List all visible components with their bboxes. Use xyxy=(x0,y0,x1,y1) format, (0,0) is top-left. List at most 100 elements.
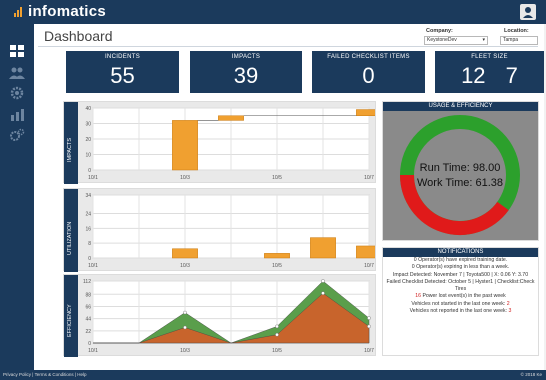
y-tick-label: 34 xyxy=(85,193,91,199)
top-bar: infomatics xyxy=(0,0,546,24)
main-content: Dashboard Company: KeystoneDev ▾ Locatio… xyxy=(34,24,544,370)
utilization-chart: 0 8 16 24 34 10/1 10/3 10/5 10/7 xyxy=(85,193,375,269)
bar xyxy=(310,237,336,259)
notification-item[interactable]: Impact Detected: November 7 | Toyota500 … xyxy=(383,272,538,279)
notifications-panel: NOTIFICATIONS 0 Operator(s) have expired… xyxy=(382,247,539,356)
reports-icon xyxy=(11,109,24,121)
x-tick-label: 10/5 xyxy=(272,348,282,354)
sidebar-item-reports[interactable] xyxy=(9,108,25,122)
bar xyxy=(356,245,375,259)
notifications-header: NOTIFICATIONS xyxy=(383,248,538,257)
y-tick-label: 66 xyxy=(85,304,91,310)
settings-icon xyxy=(10,86,24,100)
y-tick-label: 20 xyxy=(85,137,91,143)
y-tick-label: 16 xyxy=(85,226,91,232)
notification-text: Vehicles not reported in the last one we… xyxy=(409,308,509,315)
user-menu-button[interactable] xyxy=(520,4,536,20)
x-tick-label: 10/1 xyxy=(88,348,98,354)
data-point xyxy=(367,324,371,329)
x-tick-label: 10/7 xyxy=(364,263,374,269)
run-time-text: Run Time: 98.00 xyxy=(420,162,501,174)
x-tick-label: 10/3 xyxy=(180,175,190,181)
data-point xyxy=(321,291,325,295)
data-point xyxy=(183,325,187,330)
kpi-fleet-size[interactable]: FLEET SIZE 12 7 xyxy=(435,51,544,93)
impacts-axis-label: IMPACTS xyxy=(67,137,73,162)
dashboard-icon xyxy=(10,45,24,57)
footer-links[interactable]: Privacy Policy | Terms & Conditions | He… xyxy=(3,370,87,380)
notification-text: Power lost event(s) in the past week xyxy=(421,293,506,300)
kpi-label: FLEET SIZE xyxy=(471,54,508,60)
kpi-value: 55 xyxy=(110,63,135,88)
sidebar xyxy=(0,24,34,370)
notification-item[interactable]: Failed Checklist Detected: October 5 | H… xyxy=(383,279,538,294)
utilization-axis-label-bar: UTILIZATION xyxy=(64,189,78,272)
utilization-axis-label: UTILIZATION xyxy=(67,221,73,255)
kpi-value: 39 xyxy=(233,63,259,88)
y-tick-label: 112 xyxy=(83,279,91,285)
kpi-impacts[interactable]: IMPACTS 39 xyxy=(190,51,302,93)
notification-item[interactable]: 0 Operator(s) expiring in less than a we… xyxy=(383,264,538,271)
company-label: Company: xyxy=(426,28,453,34)
footer-copyright: © 2018 Ke xyxy=(520,372,542,377)
usage-donut: Run Time: 98.00 Work Time: 61.38 xyxy=(400,115,520,235)
x-tick-label: 10/1 xyxy=(88,175,98,181)
efficiency-axis-label: EFFICIENCY xyxy=(67,304,73,337)
x-tick-label: 10/3 xyxy=(180,348,190,354)
kpi-failed-checklist[interactable]: FAILED CHECKLIST ITEMS 0 xyxy=(312,51,425,93)
logo-text: infomatics xyxy=(28,3,107,20)
bar xyxy=(356,109,375,116)
kpi-value: 0 xyxy=(362,63,375,88)
kpi-label: INCIDENTS xyxy=(104,54,141,60)
kpi-incidents[interactable]: INCIDENTS 55 xyxy=(66,51,179,93)
gears-icon xyxy=(10,128,25,141)
x-tick-label: 10/5 xyxy=(272,175,282,181)
company-select-value: KeystoneDev xyxy=(427,37,457,43)
data-point xyxy=(275,332,279,337)
notification-item[interactable]: Vehicles not reported in the last one we… xyxy=(383,308,538,315)
kpi-value-secondary: 7 xyxy=(505,63,518,88)
utilization-chart-panel: UTILIZATION 0 8 16 24 34 10/1 10/3 10/5 10/7 xyxy=(63,188,376,272)
app-logo[interactable]: infomatics xyxy=(14,3,106,20)
company-select[interactable]: KeystoneDev ▾ xyxy=(424,36,488,45)
y-tick-label: 24 xyxy=(85,212,91,218)
location-label: Location: xyxy=(504,28,529,34)
notification-count: 2 xyxy=(506,300,510,307)
y-tick-label: 0 xyxy=(88,341,91,347)
kpi-value-primary: 12 xyxy=(461,63,486,88)
sidebar-item-users[interactable] xyxy=(9,66,25,80)
location-select[interactable]: Tampa xyxy=(500,36,538,45)
sidebar-item-configuration[interactable] xyxy=(9,128,25,142)
y-tick-label: 88 xyxy=(85,292,91,298)
bar xyxy=(264,253,290,259)
notification-item[interactable]: 16 Power lost event(s) in the past week xyxy=(383,293,538,300)
footer: Privacy Policy | Terms & Conditions | He… xyxy=(0,370,546,380)
y-tick-label: 8 xyxy=(88,241,91,247)
x-tick-label: 10/3 xyxy=(180,263,190,269)
page-title: Dashboard xyxy=(44,28,113,44)
user-icon xyxy=(523,7,533,18)
x-tick-label: 10/7 xyxy=(364,175,374,181)
sidebar-item-dashboard[interactable] xyxy=(9,44,25,58)
efficiency-axis-label-bar: EFFICIENCY xyxy=(64,275,78,357)
logo-bars-icon xyxy=(14,5,26,17)
x-tick-label: 10/5 xyxy=(272,263,282,269)
notification-item[interactable]: 0 Operator(s) have expired training date… xyxy=(383,257,538,264)
notification-item[interactable]: Vehicles not started in the last one wee… xyxy=(383,301,538,308)
impacts-axis-label-bar: IMPACTS xyxy=(64,102,78,184)
bar xyxy=(218,115,244,121)
notification-text: Vehicles not started in the last one wee… xyxy=(411,300,507,307)
efficiency-chart-panel: EFFICIENCY 0 22 44 66 88 112 10/1 10/3 10/5 10/7 xyxy=(63,274,376,357)
bar xyxy=(172,120,198,171)
sidebar-item-settings[interactable] xyxy=(9,86,25,100)
users-icon xyxy=(9,67,25,79)
x-tick-label: 10/7 xyxy=(364,348,374,354)
y-tick-label: 22 xyxy=(85,329,91,335)
data-point xyxy=(321,279,325,283)
chevron-down-icon: ▾ xyxy=(482,37,485,43)
y-tick-label: 30 xyxy=(85,122,91,128)
y-tick-label: 10 xyxy=(85,153,91,159)
location-select-value: Tampa xyxy=(503,37,519,43)
y-tick-label: 44 xyxy=(85,317,91,323)
kpi-value: 12 7 xyxy=(435,63,544,89)
